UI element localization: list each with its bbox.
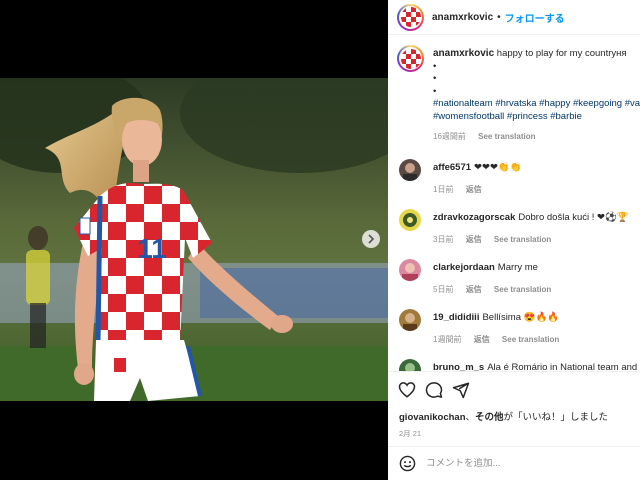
comment-time: 1週間前 xyxy=(433,335,462,344)
author-avatar[interactable] xyxy=(397,3,424,31)
likes-summary: giovanikochan、その他が「いいね！」しました xyxy=(399,409,608,423)
post-side-panel: anamxrkovic • フォローする anamxrkovic happy t… xyxy=(388,0,640,480)
commenter-avatar[interactable] xyxy=(399,159,421,181)
see-translation-link[interactable]: See translation xyxy=(502,335,559,344)
commenter-username[interactable]: clarkejordaan xyxy=(433,262,495,273)
comment-item: 19_dididiii Bellísima 😍🔥🔥 1週間前 返信 See tra… xyxy=(397,309,640,349)
see-translation-link[interactable]: See translation xyxy=(494,235,551,244)
comment-meta: 5日前 返信 See translation xyxy=(433,284,561,295)
media-panel: 11 xyxy=(0,0,388,480)
reply-button[interactable]: 返信 xyxy=(474,335,490,344)
caption-bullet: • xyxy=(433,60,437,72)
caption-time: 16週間前 xyxy=(433,132,466,141)
see-translation-link[interactable]: See translation xyxy=(494,285,551,294)
comment-item: clarkejordaan Marry me 5日前 返信 See transla… xyxy=(397,259,640,299)
heart-icon[interactable] xyxy=(398,381,416,399)
comment-text: ❤❤❤👏👏 xyxy=(474,162,522,173)
liker-username[interactable]: giovanikochan xyxy=(399,412,466,423)
post-header: anamxrkovic • フォローする xyxy=(388,0,640,35)
see-translation-link[interactable]: See translation xyxy=(478,132,535,141)
caption-avatar-image xyxy=(400,48,421,69)
likes-suffix: が「いいね！」しました xyxy=(503,412,609,423)
post-photo[interactable]: 11 xyxy=(0,78,388,401)
speech-bubble-icon[interactable] xyxy=(425,381,443,399)
smiley-icon[interactable] xyxy=(399,455,416,472)
commenter-username[interactable]: affe6571 xyxy=(433,162,471,173)
commenter-avatar[interactable] xyxy=(399,359,421,371)
reply-button[interactable]: 返信 xyxy=(466,285,482,294)
comment-text: Bellísima 😍🔥🔥 xyxy=(482,312,560,323)
commenter-username[interactable]: zdravkozagorscak xyxy=(433,212,515,223)
post-actions xyxy=(388,371,640,401)
reply-button[interactable]: 返信 xyxy=(466,185,482,194)
comment-time: 1日前 xyxy=(433,185,454,194)
author-username[interactable]: anamxrkovic xyxy=(432,12,493,23)
post-date: 2月 21 xyxy=(399,429,422,438)
caption-body: happy to play for my countryня xyxy=(496,48,627,59)
comment-text: Ala é Romário in National team and D xyxy=(487,362,640,371)
commenter-username[interactable]: bruno_m_s xyxy=(433,362,484,371)
commenter-avatar[interactable] xyxy=(399,309,421,331)
add-comment-bar xyxy=(388,446,640,480)
comment-meta: 1日前 返信 xyxy=(433,184,492,195)
reply-button[interactable]: 返信 xyxy=(466,235,482,244)
next-photo-button[interactable] xyxy=(362,230,380,248)
comment-meta: 3日前 返信 See translation xyxy=(433,234,561,245)
caption-hashtags-line2[interactable]: #womensfootball #princess #barbie xyxy=(433,111,640,124)
caption-bullet: • xyxy=(433,85,437,97)
chevron-right-icon xyxy=(368,234,375,244)
comment-input[interactable] xyxy=(426,458,626,469)
comment-item: bruno_m_s Ala é Romário in National team … xyxy=(397,359,640,371)
comment-text: Dobro došla kući ! ❤⚽🏆 xyxy=(518,212,629,223)
comment-time: 3日前 xyxy=(433,235,454,244)
author-avatar-image xyxy=(400,7,421,27)
photo-image: 11 xyxy=(0,78,388,401)
commenter-avatar[interactable] xyxy=(399,259,421,281)
separator-dot: • xyxy=(497,11,501,23)
caption-bullet: • xyxy=(433,73,437,84)
comment-item: zdravkozagorscak Dobro došla kući ! ❤⚽🏆 3… xyxy=(397,209,640,249)
caption-hashtags-line1[interactable]: #nationalteam #hrvatska #happy #keepgoin… xyxy=(433,98,640,111)
commenter-avatar[interactable] xyxy=(399,209,421,231)
likes-connector: 、 xyxy=(465,412,476,423)
comment-meta: 1週間前 返信 See translation xyxy=(433,334,569,345)
jersey-number: 11 xyxy=(137,233,167,264)
caption-text: anamxrkovic happy to play for my country… xyxy=(433,48,640,144)
caption-avatar[interactable] xyxy=(397,45,424,72)
likes-others-link[interactable]: その他 xyxy=(475,412,504,423)
follow-button[interactable]: フォローする xyxy=(505,10,565,25)
paper-plane-icon[interactable] xyxy=(452,381,470,399)
comment-time: 5日前 xyxy=(433,285,454,294)
comment-item: affe6571 ❤❤❤👏👏 1日前 返信 xyxy=(397,159,640,199)
comment-text: Marry me xyxy=(497,262,538,273)
caption-meta: 16週間前 See translation xyxy=(433,131,640,144)
commenter-username[interactable]: 19_dididiii xyxy=(433,312,479,323)
comments-list[interactable]: anamxrkovic happy to play for my country… xyxy=(388,36,640,371)
caption-username[interactable]: anamxrkovic xyxy=(433,48,494,59)
